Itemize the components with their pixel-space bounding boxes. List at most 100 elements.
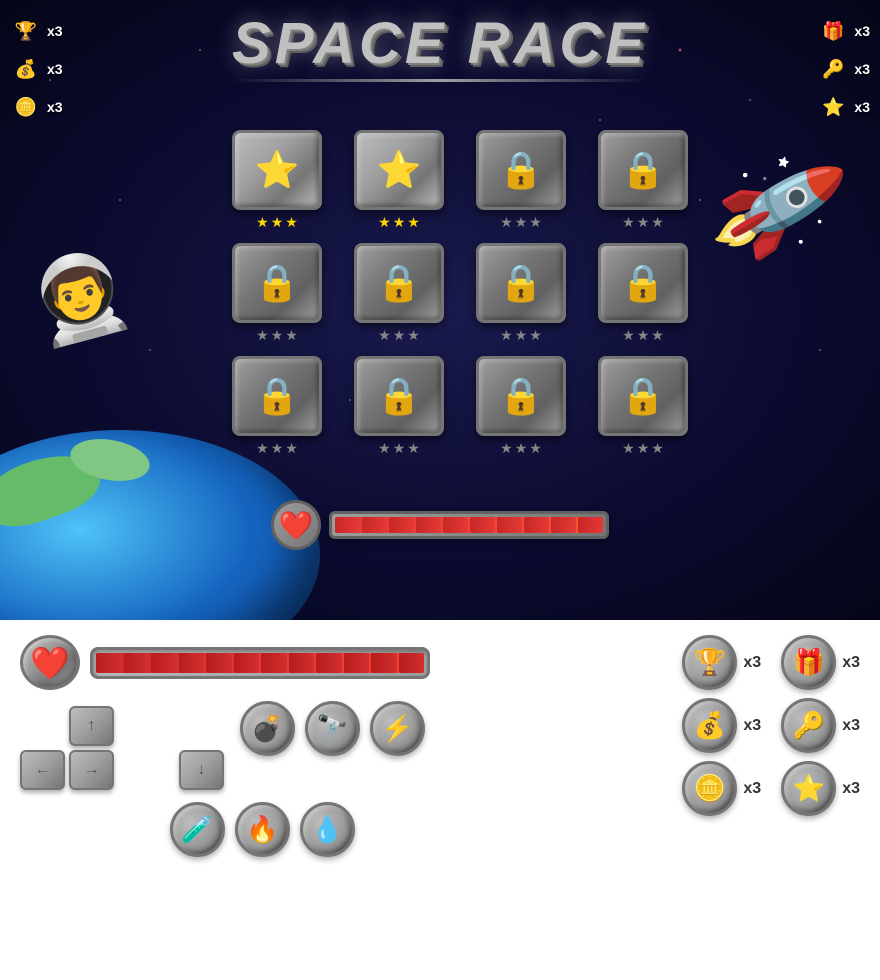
ui-coin-icon: 🪙 bbox=[682, 761, 737, 816]
ui-trophy-counter: 🏆 x3 bbox=[682, 635, 761, 690]
ui-seg-11 bbox=[371, 653, 397, 673]
potion-item[interactable]: 🧪 bbox=[170, 802, 225, 857]
health-seg-9 bbox=[551, 517, 576, 533]
level-10-tile: 🔒 bbox=[354, 356, 444, 436]
ui-coin-count: x3 bbox=[743, 780, 761, 798]
level-2[interactable]: ⭐ ★ ★ ★ bbox=[344, 130, 454, 231]
ui-seg-8 bbox=[289, 653, 315, 673]
level-11-tile: 🔒 bbox=[476, 356, 566, 436]
down-arrow-button[interactable]: ↓ bbox=[179, 750, 224, 790]
ui-star-count: x3 bbox=[842, 780, 860, 798]
drop-item[interactable]: 💧 bbox=[300, 802, 355, 857]
ui-bag-count: x3 bbox=[743, 717, 761, 735]
level-1[interactable]: ⭐ ★ ★ ★ bbox=[222, 130, 332, 231]
level-10: 🔒 ★ ★ ★ bbox=[344, 356, 454, 457]
trophy-counter-row: 🏆 x3 bbox=[10, 15, 63, 47]
level-11: 🔒 ★ ★ ★ bbox=[466, 356, 576, 457]
star-icon: ⭐ bbox=[817, 91, 849, 123]
health-seg-3 bbox=[389, 517, 414, 533]
bomb-item[interactable]: 💣 bbox=[240, 701, 295, 756]
level-2-tile[interactable]: ⭐ bbox=[354, 130, 444, 210]
ui-seg-12 bbox=[399, 653, 425, 673]
star-counter-row: ⭐ x3 bbox=[817, 91, 870, 123]
lightning-item[interactable]: ⚡ bbox=[370, 701, 425, 756]
trophy-icon: 🏆 bbox=[10, 15, 42, 47]
ui-seg-5 bbox=[206, 653, 232, 673]
game-health-bar: ❤️ bbox=[271, 500, 609, 550]
key-counter-row: 🔑 x3 bbox=[817, 53, 870, 85]
level-5-stars: ★ ★ ★ bbox=[256, 327, 298, 344]
health-seg-8 bbox=[524, 517, 549, 533]
level-7: 🔒 ★ ★ ★ bbox=[466, 243, 576, 344]
health-seg-4 bbox=[416, 517, 441, 533]
level-4-stars: ★ ★ ★ bbox=[622, 214, 664, 231]
level-8-stars: ★ ★ ★ bbox=[622, 327, 664, 344]
ui-health-heart-icon: ❤️ bbox=[20, 635, 80, 690]
ui-trophy-count: x3 bbox=[743, 654, 761, 672]
left-arrow-button[interactable]: ← bbox=[20, 750, 65, 790]
level-6-tile: 🔒 bbox=[354, 243, 444, 323]
ui-seg-3 bbox=[151, 653, 177, 673]
ui-seg-7 bbox=[261, 653, 287, 673]
ui-key-icon: 🔑 bbox=[781, 698, 836, 753]
health-seg-6 bbox=[470, 517, 495, 533]
level-4-tile: 🔒 bbox=[598, 130, 688, 210]
level-12-stars: ★ ★ ★ bbox=[622, 440, 664, 457]
health-seg-2 bbox=[362, 517, 387, 533]
level-12: 🔒 ★ ★ ★ bbox=[588, 356, 698, 457]
game-screen: SPACE RACE 🏆 x3 💰 x3 🪙 x3 🎁 x3 🔑 x3 ⭐ x3 bbox=[0, 0, 880, 620]
level-8-tile: 🔒 bbox=[598, 243, 688, 323]
ui-seg-9 bbox=[316, 653, 342, 673]
ui-bag-icon: 💰 bbox=[682, 698, 737, 753]
star-count: x3 bbox=[854, 99, 870, 115]
game-health-bar-fill bbox=[335, 517, 603, 533]
health-seg-10 bbox=[578, 517, 603, 533]
gift-counter-row: 🎁 x3 bbox=[817, 15, 870, 47]
ui-seg-6 bbox=[234, 653, 260, 673]
fire-item[interactable]: 🔥 bbox=[235, 802, 290, 857]
ui-gift-icon: 🎁 bbox=[781, 635, 836, 690]
level-9-tile: 🔒 bbox=[232, 356, 322, 436]
ui-gift-count: x3 bbox=[842, 654, 860, 672]
level-9: 🔒 ★ ★ ★ bbox=[222, 356, 332, 457]
right-arrow-button[interactable]: → bbox=[69, 750, 114, 790]
trophy-count: x3 bbox=[47, 23, 63, 39]
level-2-stars: ★ ★ ★ bbox=[378, 214, 420, 231]
health-seg-7 bbox=[497, 517, 522, 533]
level-4: 🔒 ★ ★ ★ bbox=[588, 130, 698, 231]
level-grid: ⭐ ★ ★ ★ ⭐ ★ ★ ★ 🔒 ★ ★ ★ 🔒 bbox=[222, 130, 698, 457]
game-health-heart-icon: ❤️ bbox=[271, 500, 321, 550]
rocket-decoration: 🚀 bbox=[702, 136, 853, 281]
top-left-resources: 🏆 x3 💰 x3 🪙 x3 bbox=[10, 15, 63, 123]
health-seg-1 bbox=[335, 517, 360, 533]
ui-star-icon: ⭐ bbox=[781, 761, 836, 816]
level-7-stars: ★ ★ ★ bbox=[500, 327, 542, 344]
ui-panel: ❤️ 🏆 x3 🎁 x3 bbox=[0, 620, 880, 980]
ui-seg-10 bbox=[344, 653, 370, 673]
up-arrow-button[interactable]: ↑ bbox=[69, 706, 114, 746]
level-11-stars: ★ ★ ★ bbox=[500, 440, 542, 457]
arrow-pad: ↑ ← → bbox=[20, 706, 163, 790]
key-count: x3 bbox=[854, 61, 870, 77]
level-1-tile[interactable]: ⭐ bbox=[232, 130, 322, 210]
ui-star-counter: ⭐ x3 bbox=[781, 761, 860, 816]
level-3: 🔒 ★ ★ ★ bbox=[466, 130, 576, 231]
coin-counter-row: 🪙 x3 bbox=[10, 91, 63, 123]
ui-key-count: x3 bbox=[842, 717, 860, 735]
game-health-bar-container bbox=[329, 511, 609, 539]
gift-count: x3 bbox=[854, 23, 870, 39]
astronaut-decoration: 👨‍🚀 bbox=[20, 239, 141, 356]
level-8: 🔒 ★ ★ ★ bbox=[588, 243, 698, 344]
level-12-tile: 🔒 bbox=[598, 356, 688, 436]
coin-bag-counter-row: 💰 x3 bbox=[10, 53, 63, 85]
telescope-item[interactable]: 🔭 bbox=[305, 701, 360, 756]
level-6: 🔒 ★ ★ ★ bbox=[344, 243, 454, 344]
ui-health-bar-fill bbox=[96, 653, 424, 673]
level-7-tile: 🔒 bbox=[476, 243, 566, 323]
coin-bag-icon: 💰 bbox=[10, 53, 42, 85]
level-3-stars: ★ ★ ★ bbox=[500, 214, 542, 231]
level-6-stars: ★ ★ ★ bbox=[378, 327, 420, 344]
game-title: SPACE RACE bbox=[232, 10, 648, 77]
ui-health-bar-container bbox=[90, 647, 430, 679]
ui-counters-panel: 🏆 x3 🎁 x3 💰 x3 🔑 x3 🪙 x3 ⭐ x3 bbox=[682, 635, 860, 816]
